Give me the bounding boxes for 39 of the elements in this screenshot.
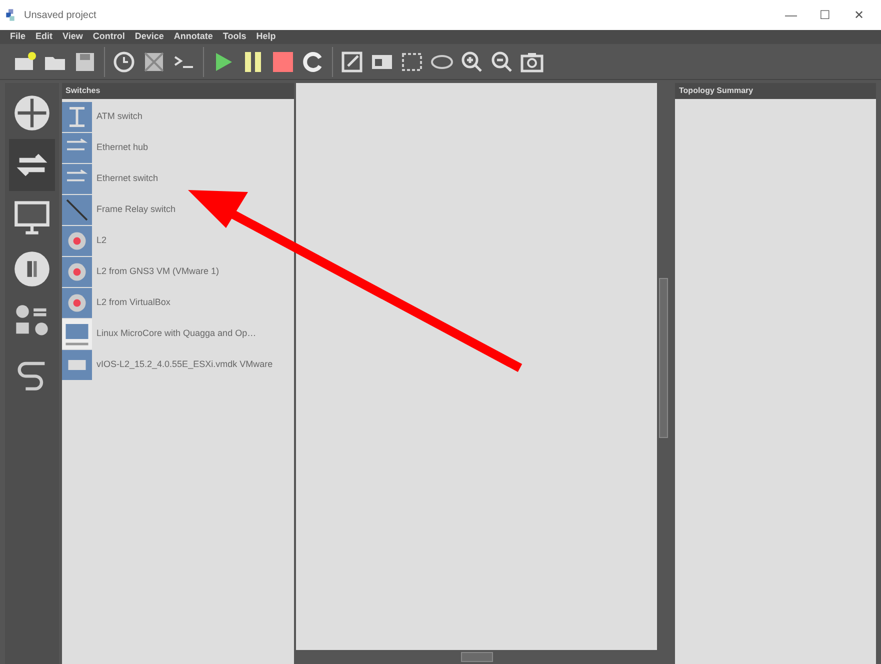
window-title: Unsaved project xyxy=(24,8,98,22)
device-icon xyxy=(62,256,92,286)
menu-item[interactable]: Control xyxy=(88,30,130,44)
device-icon xyxy=(62,318,92,348)
menu-item[interactable]: View xyxy=(58,30,88,44)
stop-icon[interactable] xyxy=(271,50,295,74)
menu-item[interactable]: File xyxy=(5,30,31,44)
switch-list-item[interactable]: Linux MicroCore with Quagga and Op… xyxy=(62,318,256,349)
device-icon xyxy=(62,194,92,224)
switch-list-item[interactable]: vIOS-L2_15.2_4.0.55E_ESXi.vmdk VMware xyxy=(62,349,273,380)
router-icon xyxy=(13,94,51,132)
menu-item[interactable]: Tools xyxy=(218,30,252,44)
switch-list-item[interactable]: L2 from VirtualBox xyxy=(62,287,170,318)
switch-list-item[interactable]: Frame Relay switch xyxy=(62,194,176,225)
panel-title: Topology Summary xyxy=(679,84,754,96)
vertical-scrollbar-thumb[interactable] xyxy=(659,278,668,438)
device-icon xyxy=(62,226,92,256)
security-device-icon xyxy=(13,250,51,288)
switch-list-item[interactable]: ATM switch xyxy=(62,101,142,132)
panel-title: Switches xyxy=(66,84,100,96)
menu-item[interactable]: Edit xyxy=(30,30,58,44)
close-button[interactable]: ✕ xyxy=(842,5,876,25)
switch-list-item[interactable]: L2 from GNS3 VM (VMware 1) xyxy=(62,256,220,287)
grid-icon[interactable] xyxy=(142,50,166,74)
edit-note-icon[interactable] xyxy=(340,50,364,74)
switch-list-item[interactable]: Ethernet switch xyxy=(62,163,158,194)
zoom-out-icon[interactable] xyxy=(490,50,514,74)
horizontal-scrollbar-thumb[interactable] xyxy=(461,652,493,662)
menu-item[interactable]: Help xyxy=(251,30,281,44)
clock-icon[interactable] xyxy=(112,50,136,74)
switch-list-item[interactable]: Ethernet hub xyxy=(62,132,148,163)
switch-arrows-category-button[interactable] xyxy=(9,138,55,190)
menu-item[interactable]: Device xyxy=(130,30,169,44)
minimize-button[interactable]: — xyxy=(774,5,808,25)
menu-item[interactable]: Annotate xyxy=(168,30,218,44)
device-icon xyxy=(62,288,92,318)
zoom-in-icon[interactable] xyxy=(460,50,484,74)
switch-list-item[interactable]: L2 xyxy=(62,225,107,256)
maximize-button[interactable]: ☐ xyxy=(808,5,842,25)
